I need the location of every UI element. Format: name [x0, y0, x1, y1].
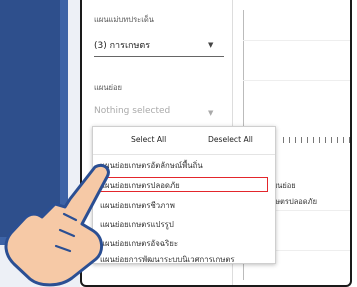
plan-select-underline [94, 56, 224, 57]
pointing-hand-icon [4, 163, 110, 287]
gridline [243, 80, 350, 81]
deselect-all-button[interactable]: Deselect All [208, 135, 253, 144]
highlight-box [97, 177, 268, 192]
plan-label: แผนแม่บทประเด็น [94, 15, 154, 24]
dropdown-option[interactable]: แผนย่อยการพัฒนาระบบนิเวศการเกษตร [100, 254, 235, 266]
gridline [243, 40, 350, 41]
plan-select[interactable]: (3) การเกษตร [94, 38, 150, 52]
subplan-select[interactable]: Nothing selected [94, 106, 170, 116]
subplan-label: แผนย่อย [94, 83, 122, 92]
dropdown-actions: Select All Deselect All [93, 127, 275, 155]
chart-ticks [283, 137, 350, 143]
subplan-dropdown-menu: Select All Deselect All แผนย่อยเกษตรอัตล… [92, 126, 276, 264]
caret-down-icon[interactable]: ▼ [208, 109, 213, 117]
dropdown-option[interactable]: แผนย่อยเกษตรอัตลักษณ์พื้นถิ่น [100, 160, 203, 172]
caret-down-icon[interactable]: ▼ [208, 41, 213, 49]
select-all-button[interactable]: Select All [131, 135, 166, 144]
